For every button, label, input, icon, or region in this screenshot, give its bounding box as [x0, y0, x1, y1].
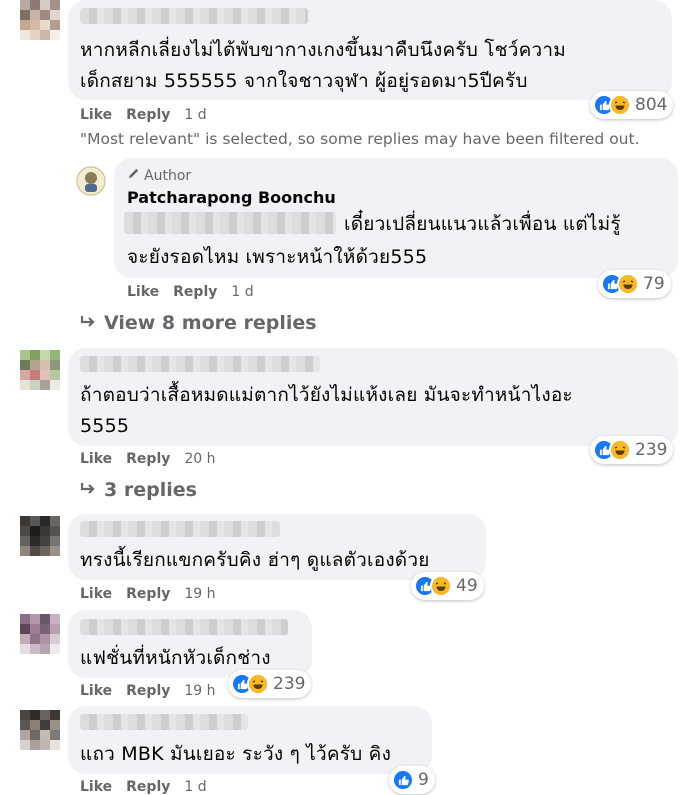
author-badge: Author: [127, 167, 191, 184]
reply-arrow-icon: [80, 479, 96, 501]
reaction-count: 239: [273, 674, 306, 694]
reply-text: เดี๋ยวเปลี่ยนแนวแล้วเพื่อน แต่ไม่รู้: [344, 213, 621, 235]
replies-link-label: 3 replies: [104, 479, 197, 501]
timestamp[interactable]: 20 h: [184, 451, 215, 467]
comment-text: ทรงนี้เรียกแขกครับคิง ฮ่าๆ ดูแลตัวเองด้ว…: [80, 549, 430, 571]
reaction-summary[interactable]: 239: [228, 670, 312, 698]
commenter-name[interactable]: [80, 521, 280, 537]
comment-text: แถว MBK มันเยอะ ระวัง ๆ ไว้ครับ คิง: [80, 743, 392, 765]
commenter-name[interactable]: [80, 714, 248, 730]
view-more-replies-link[interactable]: View 8 more replies: [80, 312, 317, 334]
commenter-name[interactable]: [80, 619, 288, 635]
haha-icon: [609, 94, 631, 116]
like-button[interactable]: Like: [127, 284, 159, 300]
avatar[interactable]: [20, 350, 60, 390]
reply-button[interactable]: Reply: [126, 107, 170, 123]
reply-actions: Like Reply 1 d: [127, 284, 254, 300]
avatar[interactable]: [20, 516, 60, 556]
reply-button[interactable]: Reply: [126, 451, 170, 467]
comment-text: 5555: [80, 415, 130, 437]
author-name[interactable]: Patcharapong Boonchu: [127, 188, 336, 207]
reaction-summary[interactable]: 239: [590, 436, 674, 464]
tagged-name[interactable]: [124, 212, 336, 234]
like-button[interactable]: Like: [80, 586, 112, 602]
haha-icon: [609, 439, 631, 461]
reply-button[interactable]: Reply: [126, 586, 170, 602]
comment-actions: Like Reply 1 d: [80, 107, 207, 123]
comment-text: หากหลีกเลี่ยงไม่ได้พับขากางเกงขึ้นมาคืบน…: [80, 39, 567, 61]
avatar[interactable]: [20, 614, 60, 654]
reaction-count: 804: [635, 95, 668, 115]
reply-button[interactable]: Reply: [173, 284, 217, 300]
reaction-summary[interactable]: 79: [598, 270, 671, 298]
reaction-count: 9: [418, 770, 429, 790]
author-avatar[interactable]: [76, 166, 106, 196]
haha-icon: [247, 673, 269, 695]
reaction-summary[interactable]: 804: [590, 91, 674, 119]
reaction-count: 49: [456, 576, 478, 596]
pencil-icon: [127, 167, 140, 184]
replies-link[interactable]: 3 replies: [80, 479, 197, 501]
timestamp[interactable]: 1 d: [231, 284, 253, 300]
like-button[interactable]: Like: [80, 107, 112, 123]
reply-button[interactable]: Reply: [126, 683, 170, 699]
like-button[interactable]: Like: [80, 683, 112, 699]
avatar[interactable]: [20, 710, 60, 750]
comment-text: ถ้าตอบว่าเสื้อหมดแม่ตากไว้ยังไม่แห้งเลย …: [80, 384, 573, 406]
comment-actions: Like Reply 19 h: [80, 586, 216, 602]
reply-text: จะยังรอดไหม เพราะหน้าให้ด้วย555: [127, 246, 428, 268]
commenter-name[interactable]: [80, 8, 308, 24]
like-button[interactable]: Like: [80, 451, 112, 467]
haha-icon: [617, 273, 639, 295]
comment-actions: Like Reply 20 h: [80, 451, 216, 467]
reply-arrow-icon: [80, 312, 96, 334]
comment-actions: Like Reply 19 h: [80, 683, 216, 699]
haha-icon: [430, 575, 452, 597]
comment-text: เด็กสยาม 555555 จากใจชาวจุฬา ผู้อยู่รอดม…: [80, 70, 528, 92]
reaction-count: 79: [643, 274, 665, 294]
view-more-replies-label: View 8 more replies: [104, 312, 317, 334]
reaction-count: 239: [635, 440, 668, 460]
timestamp[interactable]: 19 h: [184, 586, 215, 602]
avatar[interactable]: [20, 0, 60, 40]
filter-notice: "Most relevant" is selected, so some rep…: [80, 130, 640, 148]
author-badge-label: Author: [144, 167, 192, 184]
timestamp[interactable]: 1 d: [184, 107, 206, 123]
timestamp[interactable]: 19 h: [184, 683, 215, 699]
reaction-summary[interactable]: 9: [389, 766, 435, 794]
reaction-summary[interactable]: 49: [411, 572, 484, 600]
like-icon: [392, 769, 414, 791]
commenter-name[interactable]: [80, 356, 320, 372]
